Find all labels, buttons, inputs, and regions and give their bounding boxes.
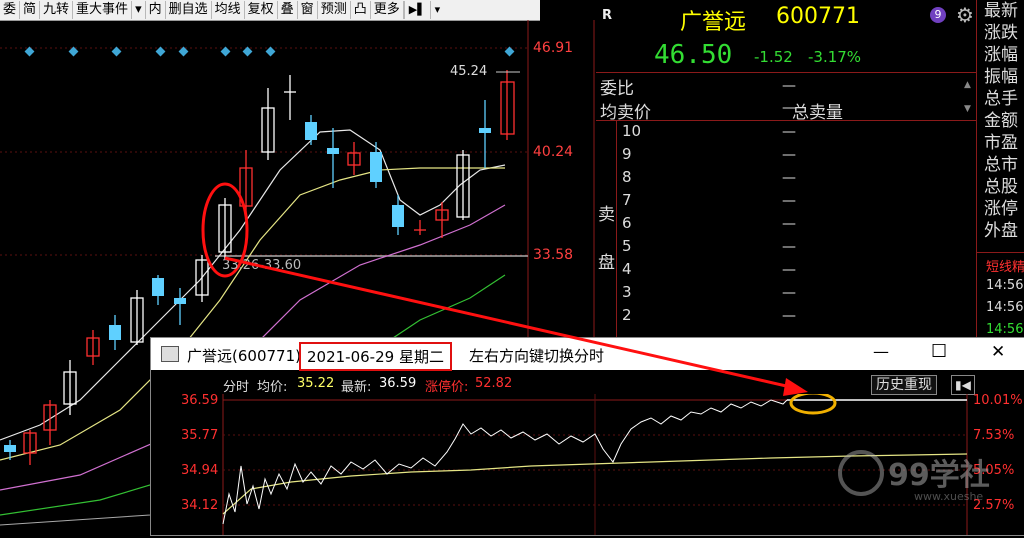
weibi-label: 委比 <box>600 79 634 99</box>
popup-hint: 左右方向键切换分时 <box>469 347 605 365</box>
info-badge-icon[interactable]: 9 <box>930 7 946 23</box>
level-dash: — <box>782 285 796 301</box>
toolbar-item[interactable]: 更多 <box>371 1 404 19</box>
level-dash: — <box>782 262 796 278</box>
watermark-sub: www.xueshe <box>914 490 984 503</box>
level-dash: — <box>782 170 796 186</box>
field-label: 金额 <box>984 111 1018 131</box>
y-left-4: 34.12 <box>181 498 219 513</box>
quote-panel: R 广誉远 600771 9 ⚙ 46.50 -1.52 -3.17% 委比 —… <box>596 0 1024 340</box>
price-level-top: 46.91 <box>533 40 574 56</box>
sell-level-10: 10 <box>622 122 642 140</box>
latest-value: 36.59 <box>379 376 417 391</box>
price-change: -1.52 <box>754 48 793 66</box>
watermark-text: 99学社 <box>888 458 990 493</box>
skip-back-icon[interactable]: ▮◀ <box>951 375 975 395</box>
sell-level-5: 5 <box>622 237 632 255</box>
field-label: 市盈 <box>984 133 1018 153</box>
toolbar-item[interactable]: 九转 <box>40 1 74 19</box>
level-dash: — <box>782 216 796 232</box>
stock-name: 广誉远 <box>680 10 747 35</box>
toolbar-item[interactable]: 委 <box>0 1 21 19</box>
sell-level-2: 2 <box>622 306 632 324</box>
scroll-down-icon[interactable]: ▼ <box>964 104 971 114</box>
sell-level-8: 8 <box>622 168 632 186</box>
low-price-label: 33.26-33.60 <box>222 258 302 273</box>
avg-label: 均价: <box>257 380 288 395</box>
short-line-label[interactable]: 短线精 <box>986 256 1024 275</box>
close-button[interactable]: ✕ <box>991 342 1005 362</box>
popup-date: 2021-06-29 星期二 <box>299 342 452 371</box>
minimize-button[interactable]: — <box>873 342 889 361</box>
price-change-pct: -3.17% <box>808 48 862 66</box>
watermark: 99学社 www.xueshe <box>834 446 1024 516</box>
chart-toolbar: 委 简 九转 重大事件 ▾ 内 删自选 均线 复权 叠 窗 预测 凸 更多 ▶▌… <box>0 0 540 21</box>
y-left-2: 35.77 <box>181 428 219 443</box>
level-dash: — <box>782 239 796 255</box>
y-right-2: 7.53% <box>973 428 1015 443</box>
toolbar-item[interactable]: 预测 <box>318 1 351 19</box>
limit-value: 52.82 <box>475 376 513 391</box>
field-label: 总手 <box>984 89 1018 109</box>
sell-level-9: 9 <box>622 145 632 163</box>
toolbar-item[interactable]: 叠 <box>278 1 298 19</box>
high-price-label: 45.24 <box>450 64 488 79</box>
stock-code: 600771 <box>776 4 860 29</box>
field-label: 振幅 <box>984 67 1018 87</box>
toolbar-dropdown-icon[interactable]: ▾ <box>132 1 146 19</box>
fenshi-label: 分时 <box>223 380 250 395</box>
avg-value: 35.22 <box>297 376 335 391</box>
level-dash: — <box>782 308 796 324</box>
toolbar-item[interactable]: 复权 <box>245 1 278 19</box>
history-replay-button[interactable]: 历史重现 <box>871 375 937 395</box>
r-indicator: R <box>602 8 613 23</box>
toolbar-item[interactable]: 删自选 <box>166 1 212 19</box>
y-left-3: 34.94 <box>181 463 219 478</box>
toolbar-item[interactable]: 简 <box>20 1 41 19</box>
sell-level-3: 3 <box>622 283 632 301</box>
level-dash: — <box>782 193 796 209</box>
toolbar-item[interactable]: 窗 <box>298 1 318 19</box>
watermark-logo-icon <box>838 450 884 496</box>
popup-titlebar[interactable]: 广誉远(600771) 2021-06-29 星期二 左右方向键切换分时 — ☐… <box>151 338 1024 371</box>
sell-level-7: 7 <box>622 191 632 209</box>
popup-title-prefix: 广誉远(600771) <box>187 347 301 365</box>
y-right-1: 10.01% <box>973 393 1023 408</box>
short-time: 14:56 <box>986 300 1024 315</box>
scroll-up-icon[interactable]: ▲ <box>964 80 971 90</box>
app-icon <box>161 346 179 362</box>
maximize-button[interactable]: ☐ <box>931 341 947 362</box>
dock-right-icon[interactable]: ▶▌ <box>403 1 430 19</box>
sell-level-6: 6 <box>622 214 632 232</box>
toolbar-item[interactable]: 均线 <box>212 1 245 19</box>
short-time: 14:56 <box>986 278 1024 293</box>
level-dash: — <box>782 124 796 140</box>
current-price: 46.50 <box>654 40 733 70</box>
chevron-down-icon[interactable]: ▾ <box>429 1 445 19</box>
field-label: 总股 <box>984 177 1018 197</box>
level-dash: — <box>782 147 796 163</box>
highlight-ellipse <box>789 394 837 415</box>
short-time: 14:56 <box>986 322 1024 337</box>
price-level-mid: 40.24 <box>533 144 574 160</box>
field-label: 涨停 <box>984 199 1018 219</box>
sell-side-label-2: 盘 <box>598 253 615 273</box>
gear-icon[interactable]: ⚙ <box>956 3 974 27</box>
toolbar-item[interactable]: 凸 <box>351 1 371 19</box>
price-level-low: 33.58 <box>533 247 574 263</box>
field-label: 涨跌 <box>984 23 1018 43</box>
sell-side-label-1: 卖 <box>598 205 615 225</box>
toolbar-item[interactable]: 重大事件 <box>73 1 133 19</box>
weibi-value: — <box>782 78 796 94</box>
latest-label: 最新: <box>341 380 372 395</box>
field-label: 总市 <box>984 155 1018 175</box>
field-label: 最新 <box>984 1 1018 21</box>
field-label: 涨幅 <box>984 45 1018 65</box>
field-label: 外盘 <box>984 221 1018 241</box>
toolbar-item[interactable]: 内 <box>146 1 166 19</box>
y-left-1: 36.59 <box>181 393 219 408</box>
field-list: 最新 涨跌 涨幅 振幅 总手 金额 市盈 总市 总股 涨停 外盘 <box>984 0 1024 242</box>
limit-label: 涨停价: <box>425 380 469 395</box>
sell-level-4: 4 <box>622 260 632 278</box>
